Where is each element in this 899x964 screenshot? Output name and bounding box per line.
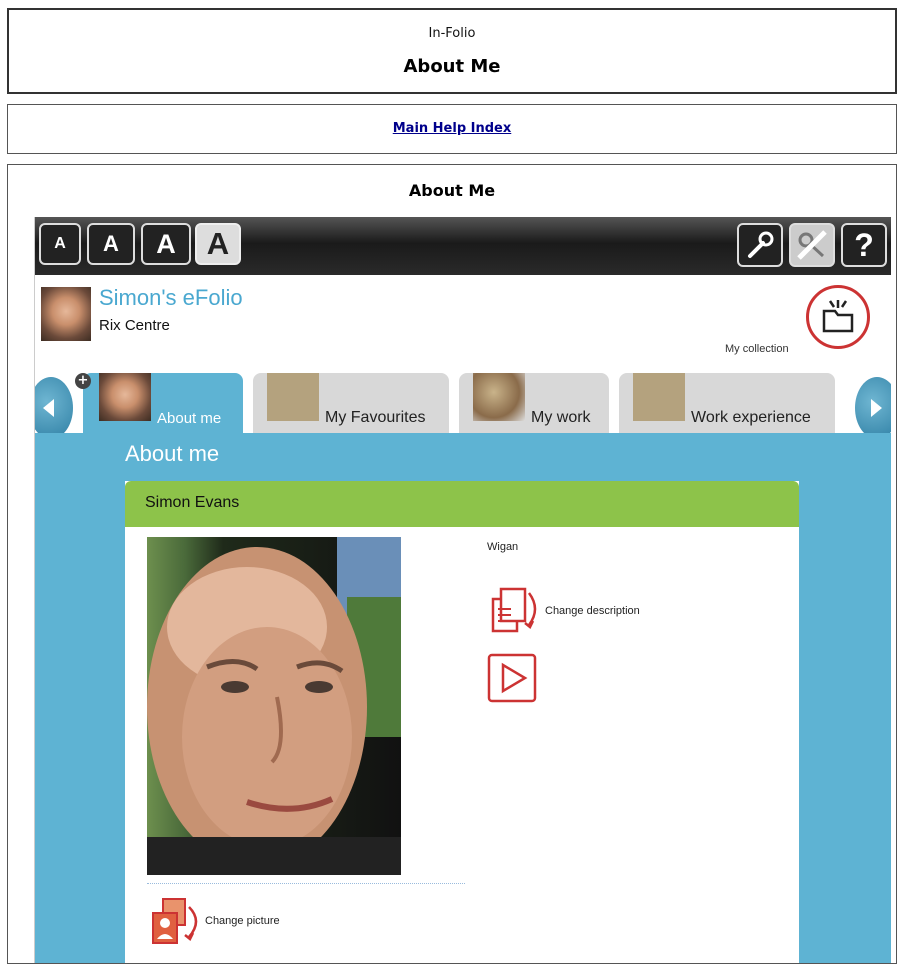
text-size-small-button[interactable]: A — [39, 223, 81, 265]
change-picture-label[interactable]: Change picture — [205, 915, 280, 927]
change-description-label[interactable]: Change description — [545, 605, 640, 617]
text-size-large-button[interactable]: A — [141, 223, 191, 265]
add-icon[interactable]: + — [75, 373, 91, 389]
chevron-right-icon — [871, 399, 882, 417]
portrait-photo — [147, 537, 401, 875]
picture-change-icon — [152, 898, 198, 944]
profile-card: Simon Evans Wigan Change description Cha… — [125, 481, 799, 963]
profile-photo — [147, 537, 401, 875]
document-change-icon — [491, 587, 537, 633]
tab-label: My Favourites — [325, 409, 426, 426]
app-name: In-Folio — [428, 26, 476, 41]
app-screenshot: A A A A ? Simon's eFolio Rix Centre My c… — [34, 217, 891, 963]
tab-work-experience[interactable]: Work experience — [619, 373, 835, 433]
tabs-next-button[interactable] — [855, 377, 891, 439]
login-key-button[interactable] — [789, 223, 835, 267]
snail-icon — [267, 373, 319, 421]
panel-title: About me — [125, 441, 220, 466]
help-button[interactable]: ? — [841, 223, 887, 267]
page-title: About Me — [403, 56, 501, 77]
key-crossed-icon — [797, 230, 827, 260]
avatar — [41, 287, 91, 341]
tab-label: My work — [531, 409, 591, 426]
tab-label: About me — [157, 410, 222, 427]
play-video-button[interactable] — [487, 653, 539, 709]
folder-collect-icon — [822, 300, 854, 333]
help-nav: Main Help Index — [7, 104, 897, 154]
content-title: About Me — [408, 181, 496, 200]
toolbar: A A A A ? — [35, 217, 891, 275]
play-icon — [487, 653, 537, 703]
mosaic-icon — [473, 373, 525, 421]
chevron-left-icon — [43, 399, 54, 417]
change-description-button[interactable] — [489, 585, 543, 641]
page-header: In-Folio About Me — [7, 8, 897, 94]
card-name: Simon Evans — [145, 494, 240, 511]
card-header: Simon Evans — [125, 481, 799, 527]
profile-name: Simon's eFolio — [99, 285, 243, 310]
divider — [147, 883, 465, 884]
text-size-xlarge-button[interactable]: A — [195, 223, 241, 265]
settings-wrench-button[interactable] — [737, 223, 783, 267]
text-size-medium-button[interactable]: A — [87, 223, 135, 265]
tab-my-favourites[interactable]: My Favourites — [253, 373, 449, 433]
main-help-index-link[interactable]: Main Help Index — [8, 121, 896, 136]
my-collection-label: My collection — [725, 343, 789, 355]
tabs-prev-button[interactable] — [35, 377, 73, 439]
tab-thumbnail — [99, 373, 151, 421]
profile-organisation: Rix Centre — [99, 317, 170, 334]
location-text: Wigan — [487, 541, 519, 553]
tab-label: Work experience — [691, 409, 811, 426]
wrench-icon — [748, 231, 774, 258]
change-picture-button[interactable] — [149, 897, 207, 955]
snail-icon — [633, 373, 685, 421]
about-me-panel: About me Simon Evans Wigan Change descri… — [35, 433, 891, 963]
tab-about-me[interactable]: About me — [83, 373, 243, 433]
help-content: About Me A A A A ? Simon's eFolio Rix Ce… — [7, 164, 897, 964]
tab-my-work[interactable]: My work — [459, 373, 609, 433]
my-collection-button[interactable] — [806, 285, 870, 349]
